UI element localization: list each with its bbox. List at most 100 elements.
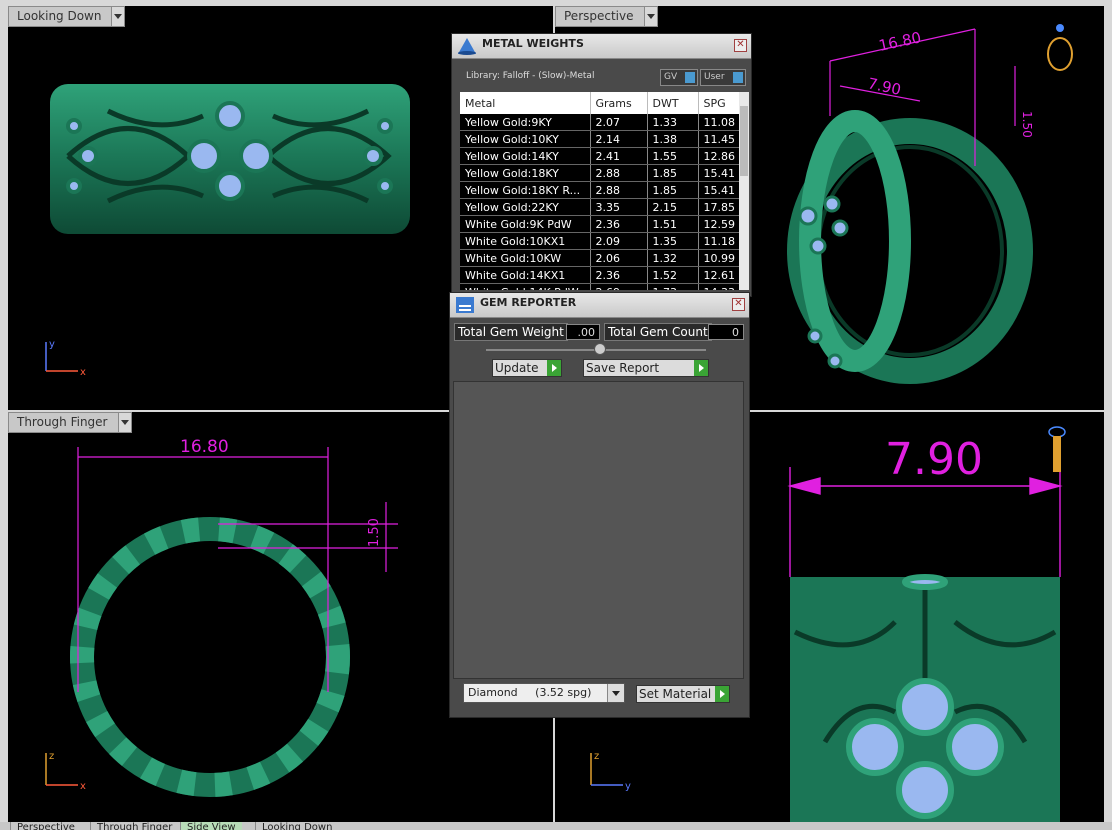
viewport-label-text: Looking Down (17, 9, 102, 23)
play-icon (547, 360, 561, 376)
table-cell: 12.59 (698, 215, 739, 233)
table-scrollbar[interactable] (739, 92, 749, 290)
table-cell: 2.14 (590, 130, 648, 148)
dimension-label: 1.50 (1020, 111, 1034, 138)
gv-toggle[interactable]: GV (660, 69, 698, 86)
table-cell: Yellow Gold:18KY (460, 164, 591, 182)
table-header-row: Metal Grams DWT SPG (460, 92, 739, 114)
table-cell: Yellow Gold:9KY (460, 114, 591, 131)
table-row[interactable]: Yellow Gold:14KY 2.41 1.55 12.86 (460, 147, 739, 165)
table-cell: 2.07 (590, 114, 648, 131)
table-cell: 11.08 (698, 114, 739, 131)
table-row[interactable]: White Gold:10KW 2.06 1.32 10.99 (460, 249, 739, 267)
table-row[interactable]: Yellow Gold:18KY R... 2.88 1.85 15.41 (460, 181, 739, 199)
update-button[interactable]: Update (492, 359, 562, 377)
viewport-label-through-finger[interactable]: Through Finger (8, 412, 132, 433)
metal-weights-title: METAL WEIGHTS (482, 37, 584, 50)
user-toggle[interactable]: User (700, 69, 746, 86)
table-cell: 1.32 (647, 249, 699, 267)
tab-through-finger[interactable]: Through Finger (90, 822, 178, 830)
table-cell: 3.35 (590, 198, 648, 216)
table-cell: 1.35 (647, 232, 699, 250)
table-cell: 1.38 (647, 130, 699, 148)
axis-z-label: z (594, 751, 599, 762)
axis-z-label: z (49, 751, 54, 762)
table-cell: 1.85 (647, 181, 699, 199)
set-material-button[interactable]: Set Material (636, 685, 730, 703)
table-cell: 2.36 (590, 266, 648, 284)
table-cell: 11.18 (698, 232, 739, 250)
table-cell: 2.88 (590, 164, 648, 182)
table-cell: 11.45 (698, 130, 739, 148)
tab-perspective[interactable]: Perspective (10, 822, 81, 830)
table-cell: 1.55 (647, 147, 699, 165)
viewport-tab-bar: Perspective Through Finger Side View Loo… (0, 822, 1112, 830)
save-report-button[interactable]: Save Report (583, 359, 709, 377)
table-row[interactable]: White Gold:14K PdW2.691.7314.33 (460, 283, 739, 290)
table-cell: White Gold:14KX1 (460, 266, 591, 284)
table-cell: 2.69 (590, 283, 648, 290)
tab-looking-down[interactable]: Looking Down (255, 822, 338, 830)
table-cell: Yellow Gold:14KY (460, 147, 591, 165)
metal-weights-table: Metal Grams DWT SPG Yellow Gold:9KY 2.07 1… (460, 92, 739, 290)
ring-size-icon (1048, 426, 1066, 472)
gem-reporter-icon (456, 297, 474, 313)
total-gem-count-value: 0 (708, 324, 744, 340)
play-icon (715, 686, 729, 702)
table-cell: 12.61 (698, 266, 739, 284)
close-icon[interactable]: ✕ (734, 39, 747, 52)
axis-gizmo-icon: z y (590, 751, 631, 792)
table-cell: 15.41 (698, 181, 739, 199)
chevron-down-icon[interactable] (111, 7, 125, 26)
column-header: DWT (647, 92, 699, 114)
table-cell: Yellow Gold:22KY (460, 198, 591, 216)
table-cell: White Gold:10KW (460, 249, 591, 267)
table-cell: 2.06 (590, 249, 648, 267)
axis-gizmo-icon: z x (45, 751, 86, 792)
table-row[interactable]: Yellow Gold:9KY 2.07 1.33 11.08 (460, 114, 739, 131)
table-cell: 2.36 (590, 215, 648, 233)
axis-y-label: y (625, 781, 631, 792)
table-row[interactable]: White Gold:14KX1 2.36 1.52 12.61 (460, 266, 739, 284)
table-cell: 2.41 (590, 147, 648, 165)
axis-gizmo-icon: y x (45, 339, 86, 376)
column-header: Grams (590, 92, 648, 114)
metal-table-container[interactable]: Metal Grams DWT SPG Yellow Gold:9KY 2.07 1… (460, 92, 739, 290)
table-cell: Yellow Gold:10KY (460, 130, 591, 148)
tab-side-view[interactable]: Side View (180, 822, 242, 830)
close-icon[interactable]: ✕ (732, 298, 745, 311)
table-cell: 15.41 (698, 164, 739, 182)
chevron-down-icon (607, 684, 624, 702)
axis-y-label: y (49, 339, 55, 350)
chevron-down-icon[interactable] (643, 7, 657, 26)
table-cell: White Gold:14K PdW (460, 283, 591, 290)
table-row[interactable]: Yellow Gold:18KY 2.88 1.85 15.41 (460, 164, 739, 182)
table-cell: 1.85 (647, 164, 699, 182)
chevron-down-icon[interactable] (117, 413, 131, 432)
total-gem-count-label: Total Gem Count (604, 323, 712, 341)
dimension-label: 1.50 (367, 518, 382, 547)
table-cell: 1.73 (647, 283, 699, 290)
viewport-label-perspective[interactable]: Perspective (555, 6, 658, 27)
table-row[interactable]: White Gold:9K PdW 2.36 1.51 12.59 (460, 215, 739, 233)
viewport-label-text: Through Finger (17, 415, 108, 429)
metal-weights-panel: METAL WEIGHTS ✕ Library: Falloff - (Slow… (451, 33, 752, 297)
metal-weights-icon (458, 38, 476, 55)
dimension-label: 16.80 (180, 437, 229, 457)
table-cell: 2.09 (590, 232, 648, 250)
gem-report-area[interactable] (453, 381, 744, 679)
table-row[interactable]: White Gold:10KX1 2.09 1.35 11.18 (460, 232, 739, 250)
table-cell: White Gold:10KX1 (460, 232, 591, 250)
dimension-label: 16.80 (877, 28, 923, 55)
material-select[interactable]: Diamond (3.52 spg) (463, 683, 625, 703)
ring-thumbnail-icon (1047, 37, 1073, 71)
table-cell: 12.86 (698, 147, 739, 165)
table-cell: 2.88 (590, 181, 648, 199)
splitter-handle-icon[interactable] (594, 343, 606, 355)
gem-reporter-panel: GEM REPORTER ✕ Total Gem Weight .00 Tota… (449, 292, 750, 718)
viewport-label-looking-down[interactable]: Looking Down (8, 6, 126, 27)
table-row[interactable]: Yellow Gold:22KY 3.35 2.15 17.85 (460, 198, 739, 216)
table-cell: 17.85 (698, 198, 739, 216)
column-header: Metal (460, 92, 591, 114)
table-row[interactable]: Yellow Gold:10KY 2.14 1.38 11.45 (460, 130, 739, 148)
